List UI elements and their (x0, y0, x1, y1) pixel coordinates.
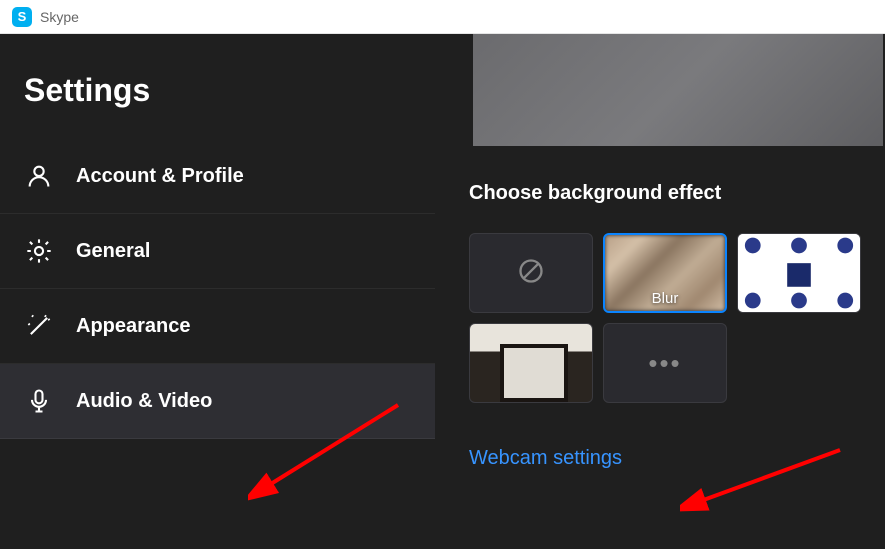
effect-blur[interactable]: Blur (603, 233, 727, 313)
sidebar-item-appearance[interactable]: Appearance (0, 289, 435, 364)
background-effect-title: Choose background effect (469, 182, 885, 205)
sidebar-item-label: Appearance (76, 315, 191, 338)
gear-icon (24, 236, 54, 266)
effect-blur-label: Blur (605, 290, 725, 307)
effects-row-2: ••• (469, 323, 885, 403)
effect-room[interactable] (469, 323, 593, 403)
microphone-icon (24, 386, 54, 416)
effect-none[interactable] (469, 233, 593, 313)
effect-more[interactable]: ••• (603, 323, 727, 403)
skype-logo-icon: S (12, 7, 32, 27)
settings-title: Settings (0, 34, 435, 139)
effects-row-1: Blur (469, 233, 885, 313)
main-container: Settings Account & Profile General (0, 34, 885, 549)
sidebar-item-label: Account & Profile (76, 165, 244, 188)
wand-icon (24, 311, 54, 341)
sidebar-item-general[interactable]: General (0, 214, 435, 289)
sidebar-item-label: General (76, 240, 150, 263)
none-icon (517, 257, 545, 290)
webcam-settings-row: Webcam settings (469, 447, 885, 470)
person-icon (24, 161, 54, 191)
app-title: Skype (40, 9, 79, 25)
effect-pattern[interactable] (737, 233, 861, 313)
sidebar-item-audio-video[interactable]: Audio & Video (0, 364, 435, 439)
pattern-preview (738, 233, 860, 313)
webcam-settings-link[interactable]: Webcam settings (469, 447, 622, 469)
sidebar-item-label: Audio & Video (76, 390, 212, 413)
more-icon: ••• (648, 348, 681, 379)
sidebar-item-account-profile[interactable]: Account & Profile (0, 139, 435, 214)
video-preview (473, 34, 883, 146)
titlebar: S Skype (0, 0, 885, 34)
content-panel: Choose background effect Blur (435, 34, 885, 549)
settings-sidebar: Settings Account & Profile General (0, 34, 435, 549)
